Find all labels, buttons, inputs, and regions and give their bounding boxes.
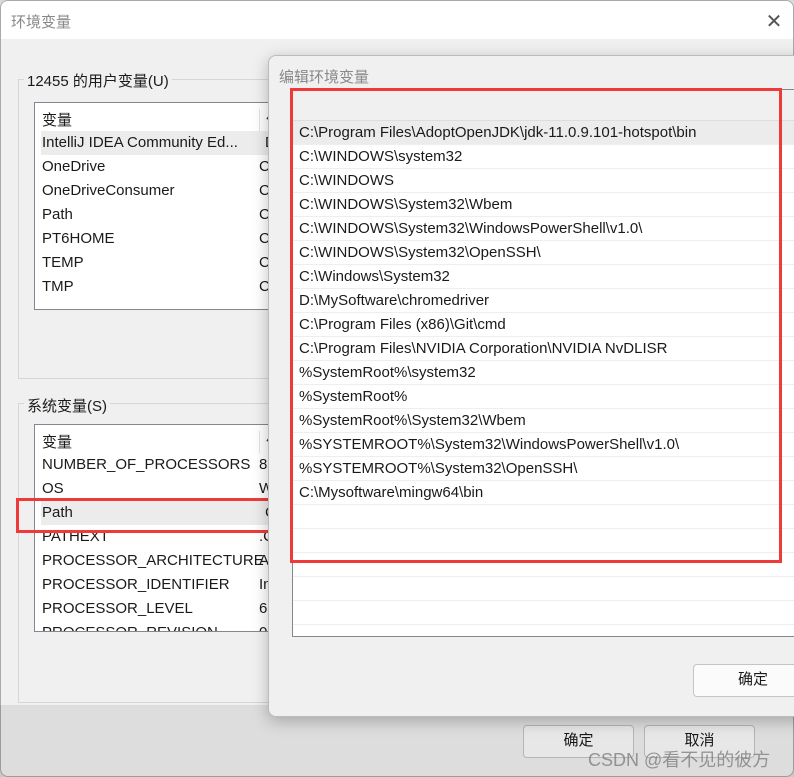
col-name-header[interactable]: 变量 [42,434,72,451]
list-row[interactable]: IntelliJ IDEA Community Ed...D [41,131,293,155]
var-name: TEMP [42,254,84,271]
list-row[interactable]: PT6HOME C [35,227,293,251]
edit-ok-button[interactable]: 确定 [693,664,794,697]
list-row[interactable]: OneDriveConsumer C [35,179,293,203]
path-entry[interactable] [293,577,794,601]
list-header: 变量值 [35,103,293,131]
list-row[interactable]: TEMP C [35,251,293,275]
var-value: 8 [259,456,268,473]
var-value: 0 [259,621,267,631]
var-value: 6 [259,600,268,617]
var-name: TMP [42,278,74,295]
close-icon[interactable]: ✕ [764,9,784,33]
list-row[interactable]: PROCESSOR_REVISION 0 [35,621,293,631]
watermark: CSDN @看不见的彼方 [588,750,771,770]
var-name: PROCESSOR_REVISION [42,624,218,631]
var-name: OneDrive [42,158,106,175]
var-name: PROCESSOR_LEVEL [42,600,193,617]
list-header: 变量值 [35,425,293,453]
var-name: IntelliJ IDEA Community Ed... [42,134,238,151]
col-name-header[interactable]: 变量 [42,112,72,129]
var-name: OneDriveConsumer [42,182,175,199]
user-vars-label: 12455 的用户变量(U) [24,70,172,91]
var-name: NUMBER_OF_PROCESSORS [42,456,251,473]
list-row[interactable]: PROCESSOR_IDENTIFIER In [35,573,293,597]
list-row[interactable]: PROCESSOR_ARCHITECTURE A [35,549,293,573]
var-name: PROCESSOR_ARCHITECTURE [42,552,264,569]
system-vars-label: 系统变量(S) [24,395,110,416]
var-name: Path [42,206,73,223]
list-row[interactable]: NUMBER_OF_PROCESSORS 8 [35,453,293,477]
list-row[interactable]: PROCESSOR_LEVEL 6 [35,597,293,621]
var-name: PROCESSOR_IDENTIFIER [42,576,230,593]
dialog-title: 环境变量 [1,1,793,39]
path-entry[interactable] [293,601,794,625]
list-row[interactable]: PathC [35,203,293,227]
user-vars-list[interactable]: 变量值 IntelliJ IDEA Community Ed...DOneDri… [34,102,294,310]
list-row[interactable]: TMP C [35,275,293,299]
list-row[interactable]: OneDrive C [35,155,293,179]
edit-dialog-title: 编辑环境变量 [279,69,370,86]
var-name: OS [42,480,64,497]
var-name: PT6HOME [42,230,115,247]
highlight-box [290,88,782,563]
